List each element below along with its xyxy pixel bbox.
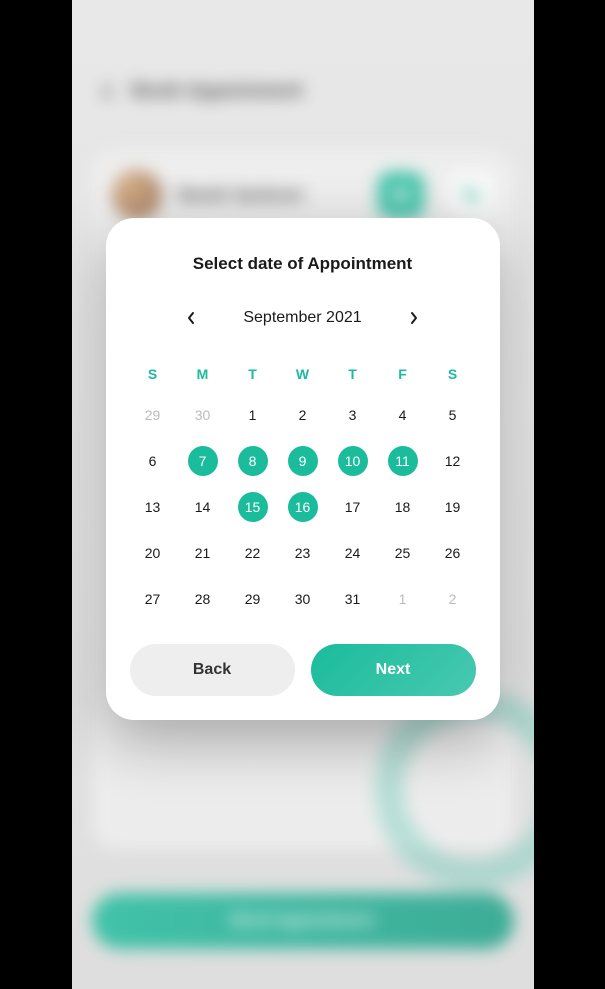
day-cell[interactable]: 22 <box>230 532 276 574</box>
modal-title: Select date of Appointment <box>130 254 476 274</box>
bg-book-appointment-button: Book Appointment <box>92 893 514 949</box>
day-cell[interactable]: 25 <box>380 532 426 574</box>
month-label: September 2021 <box>243 309 361 327</box>
date-picker-modal: Select date of Appointment September 202… <box>106 218 500 720</box>
day-header: F <box>380 358 426 390</box>
day-cell[interactable]: 3 <box>330 394 376 436</box>
day-cell[interactable]: 11 <box>380 440 426 482</box>
day-header: T <box>330 358 376 390</box>
back-button[interactable]: Back <box>130 644 295 696</box>
day-cell[interactable]: 7 <box>180 440 226 482</box>
day-cell[interactable]: 26 <box>430 532 476 574</box>
avatar <box>112 170 162 220</box>
chevron-left-icon <box>187 311 195 325</box>
day-cell[interactable]: 18 <box>380 486 426 528</box>
day-header: T <box>230 358 276 390</box>
day-cell[interactable]: 12 <box>430 440 476 482</box>
prev-month-button[interactable] <box>179 306 203 330</box>
day-cell[interactable]: 29 <box>230 578 276 620</box>
day-cell[interactable]: 4 <box>380 394 426 436</box>
day-cell[interactable]: 2 <box>280 394 326 436</box>
day-cell[interactable]: 20 <box>130 532 176 574</box>
day-cell[interactable]: 19 <box>430 486 476 528</box>
call-button <box>448 172 494 218</box>
day-cell[interactable]: 17 <box>330 486 376 528</box>
day-cell[interactable]: 30 <box>280 578 326 620</box>
day-cell[interactable]: 1 <box>380 578 426 620</box>
day-cell[interactable]: 9 <box>280 440 326 482</box>
bg-header: Book Appoinment <box>102 80 303 103</box>
bg-page-title: Book Appoinment <box>132 80 303 103</box>
day-cell[interactable]: 13 <box>130 486 176 528</box>
day-header: S <box>130 358 176 390</box>
day-cell[interactable]: 31 <box>330 578 376 620</box>
day-header: M <box>180 358 226 390</box>
day-cell[interactable]: 21 <box>180 532 226 574</box>
calendar-grid: SMTWTFS293012345678910111213141516171819… <box>130 358 476 620</box>
day-cell[interactable]: 1 <box>230 394 276 436</box>
day-cell[interactable]: 8 <box>230 440 276 482</box>
day-cell[interactable]: 16 <box>280 486 326 528</box>
chevron-right-icon <box>410 311 418 325</box>
day-cell[interactable]: 2 <box>430 578 476 620</box>
day-header: W <box>280 358 326 390</box>
day-cell[interactable]: 15 <box>230 486 276 528</box>
chevron-left-icon <box>102 84 112 100</box>
bg-doctor-info: David Jackson <box>178 185 354 206</box>
next-button[interactable]: Next <box>311 644 476 696</box>
day-cell[interactable]: 24 <box>330 532 376 574</box>
day-header: S <box>430 358 476 390</box>
day-cell[interactable]: 28 <box>180 578 226 620</box>
day-cell[interactable]: 29 <box>130 394 176 436</box>
day-cell[interactable]: 6 <box>130 440 176 482</box>
phone-frame: Book Appoinment David Jackson Book Appoi… <box>72 0 534 989</box>
day-cell[interactable]: 30 <box>180 394 226 436</box>
day-cell[interactable]: 23 <box>280 532 326 574</box>
day-cell[interactable]: 10 <box>330 440 376 482</box>
modal-buttons: Back Next <box>130 644 476 696</box>
bg-book-button-label: Book Appointment <box>231 912 374 930</box>
day-cell[interactable]: 14 <box>180 486 226 528</box>
bg-doctor-name: David Jackson <box>178 185 354 206</box>
day-cell[interactable]: 5 <box>430 394 476 436</box>
month-nav: September 2021 <box>130 306 476 330</box>
day-cell[interactable]: 27 <box>130 578 176 620</box>
chat-button <box>378 172 424 218</box>
next-month-button[interactable] <box>402 306 426 330</box>
bg-doctor-row: David Jackson <box>112 170 494 220</box>
